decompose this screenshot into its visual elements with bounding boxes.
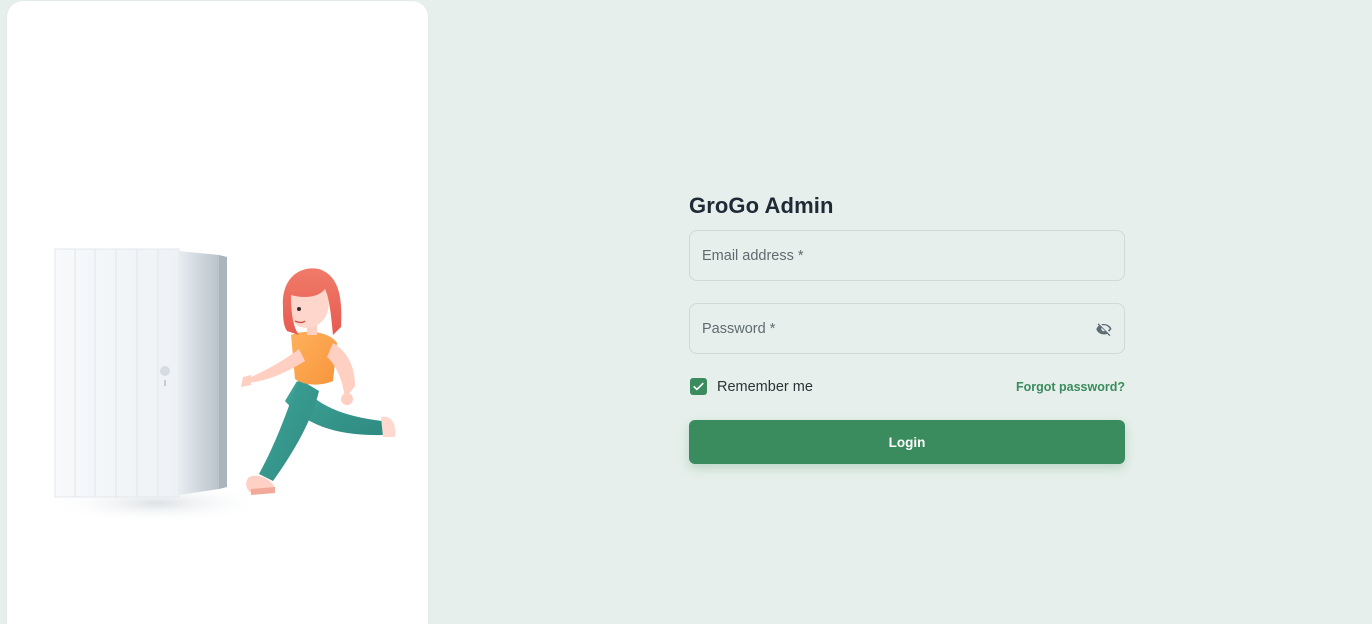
remember-row: Remember me Forgot password? [689,377,1125,397]
login-page: GroGo Admin Remember me Forgot password? [0,0,1372,624]
check-icon [693,382,704,391]
email-field-wrapper [689,230,1125,281]
running-girl-door-illustration [47,248,396,523]
eye-off-icon[interactable] [1092,317,1116,341]
remember-label[interactable]: Remember me [717,378,813,396]
page-title: GroGo Admin [689,193,834,218]
forgot-password-link[interactable]: Forgot password? [1016,379,1125,395]
illustration-panel [7,1,428,624]
password-field-wrapper [689,303,1125,354]
password-field[interactable] [690,304,1124,353]
email-field[interactable] [690,231,1124,280]
remember-checkbox[interactable] [690,378,707,395]
eye-off-icon-glyph [1096,323,1112,337]
login-button[interactable]: Login [689,420,1125,464]
login-form: GroGo Admin Remember me Forgot password? [689,190,1125,464]
